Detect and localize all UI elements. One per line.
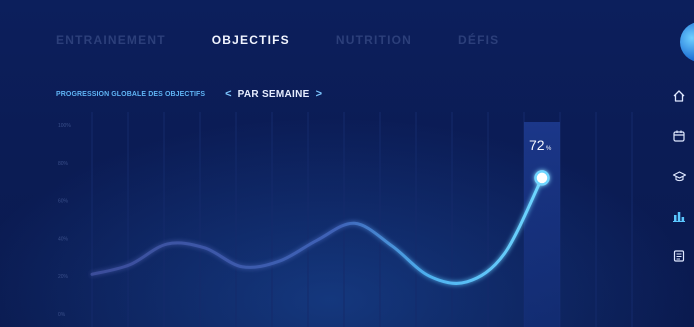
y-tick-label: 80% bbox=[58, 161, 69, 167]
progress-chart: 0% 20% 40% 60% 80% 100% 72% bbox=[58, 112, 633, 327]
point-value-label: 72 bbox=[529, 137, 545, 153]
side-nav bbox=[668, 86, 690, 266]
graduation-cap-icon[interactable] bbox=[668, 166, 690, 186]
point-value-unit: % bbox=[546, 146, 552, 152]
y-tick-label: 0% bbox=[58, 312, 66, 318]
home-icon[interactable] bbox=[668, 86, 690, 106]
notes-icon[interactable] bbox=[668, 246, 690, 266]
data-point-selected[interactable] bbox=[534, 170, 550, 186]
calendar-icon[interactable] bbox=[668, 126, 690, 146]
series-line bbox=[90, 176, 544, 285]
y-tick-label: 40% bbox=[58, 236, 69, 242]
app-screen: ENTRAINEMENT OBJECTIFS NUTRITION DÉFIS P… bbox=[0, 0, 694, 327]
y-tick-label: 20% bbox=[58, 274, 69, 280]
bar-chart-icon[interactable] bbox=[668, 206, 690, 226]
y-tick-label: 60% bbox=[58, 199, 69, 205]
y-tick-label: 100% bbox=[58, 123, 71, 129]
